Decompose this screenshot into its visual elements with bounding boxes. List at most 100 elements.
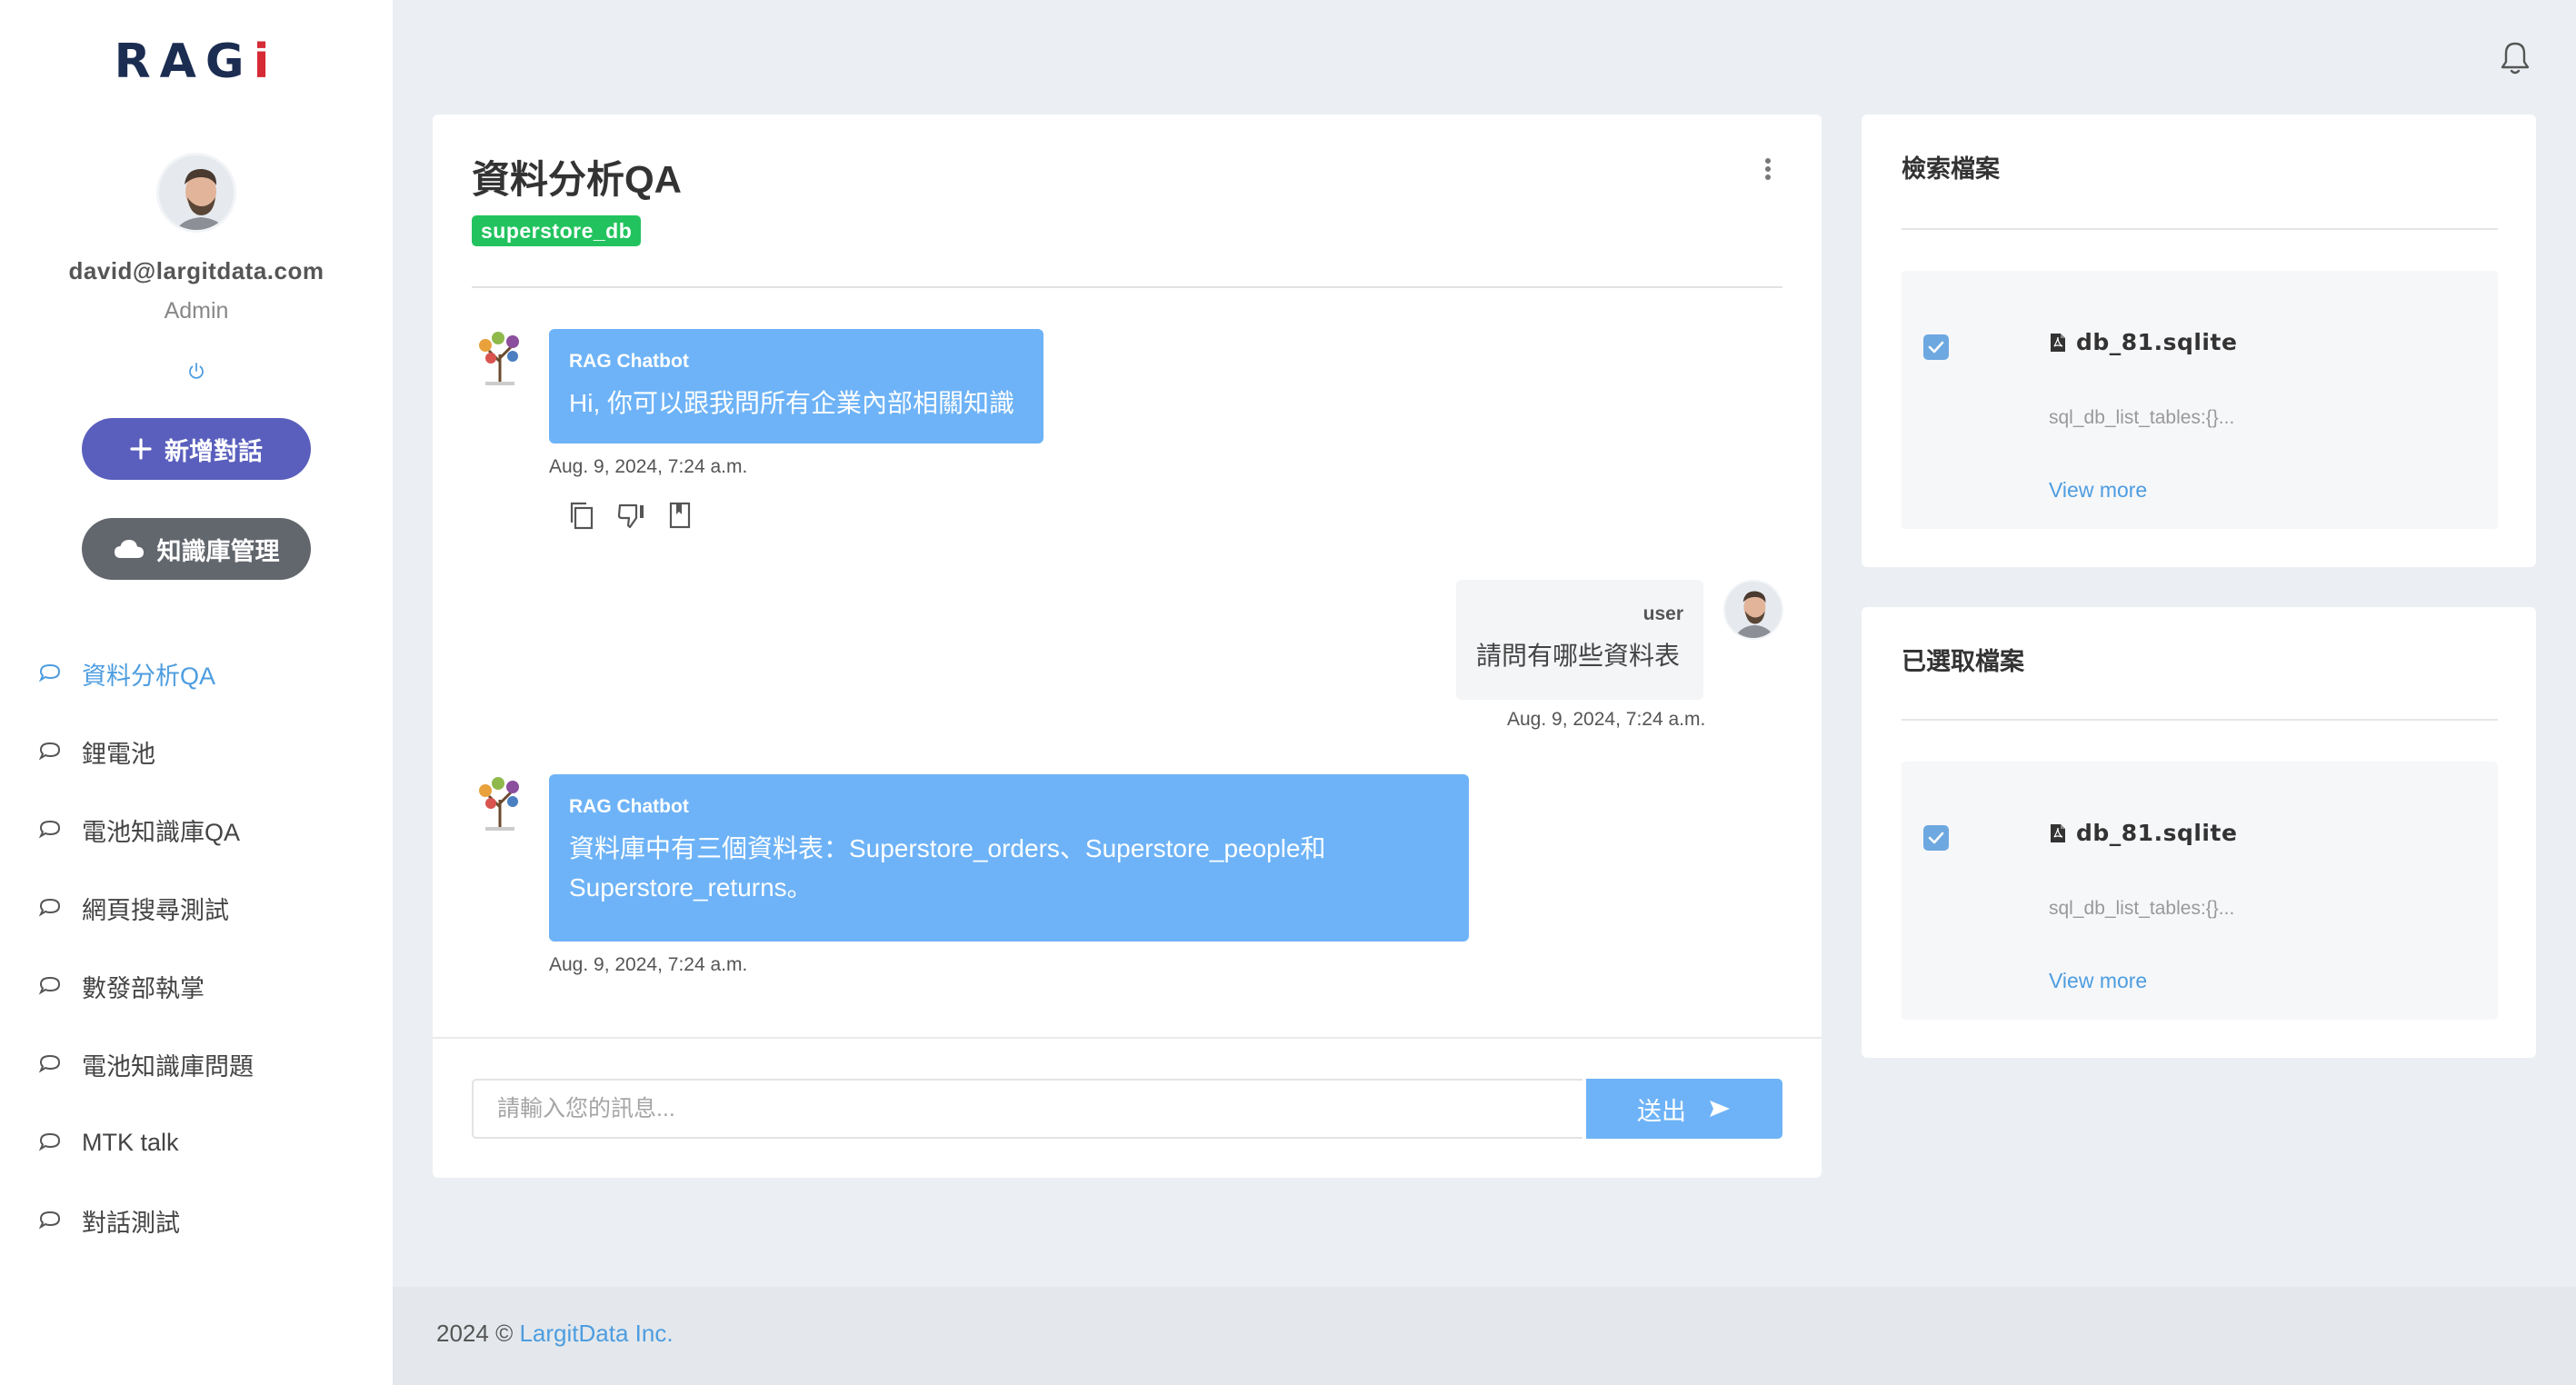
knowledge-base-button[interactable]: 知識庫管理 xyxy=(82,518,311,580)
file-card: db_81.sqlite sql_db_list_tables:{}... Vi… xyxy=(1902,762,2498,1020)
app-logo[interactable]: RAGi xyxy=(0,35,393,89)
message-sender: RAG Chatbot xyxy=(569,796,689,817)
database-tag: superstore_db xyxy=(472,215,642,246)
user-role: Admin xyxy=(164,298,229,324)
user-message-bubble: user 請問有哪些資料表 xyxy=(1456,580,1703,700)
file-description: sql_db_list_tables:{}... xyxy=(2049,407,2235,428)
chat-bubble-icon xyxy=(38,898,61,917)
chat-bubble-icon xyxy=(38,1054,61,1073)
message-input[interactable] xyxy=(472,1079,1583,1139)
view-more-link[interactable]: View more xyxy=(2049,478,2147,503)
footer-copyright: 2024 © LargitData Inc. xyxy=(436,1320,674,1348)
new-chat-label: 新增對話 xyxy=(165,437,263,465)
plus-icon xyxy=(130,438,152,460)
header-divider xyxy=(472,286,1782,288)
send-arrow-icon xyxy=(1710,1101,1730,1117)
panel-divider xyxy=(1902,228,2498,230)
file-name: db_81.sqlite xyxy=(2049,329,2237,355)
bot-message-bubble: RAG Chatbot 資料庫中有三個資料表：Superstore_orders… xyxy=(549,774,1469,942)
composer-divider xyxy=(433,1037,1822,1039)
pdf-file-icon xyxy=(2051,333,2065,352)
file-name: db_81.sqlite xyxy=(2049,820,2237,846)
message-text: Hi, 你可以跟我問所有企業內部相關知識 xyxy=(569,389,1015,417)
chat-bubble-icon xyxy=(38,1132,61,1151)
new-chat-button[interactable]: 新增對話 xyxy=(82,418,311,480)
sidebar-item-chat-test[interactable]: 對話測試 xyxy=(0,1181,393,1260)
sidebar-item-label: 資料分析QA xyxy=(82,662,216,690)
send-label: 送出 xyxy=(1637,1097,1686,1125)
file-name-text: db_81.sqlite xyxy=(2076,820,2238,846)
chat-bubble-icon xyxy=(38,976,61,995)
copy-icon[interactable] xyxy=(567,500,596,531)
check-icon xyxy=(1928,341,1944,354)
view-more-link[interactable]: View more xyxy=(2049,969,2147,993)
sidebar-item-mtk-talk[interactable]: MTK talk xyxy=(0,1103,393,1181)
footer: 2024 © LargitData Inc. xyxy=(393,1287,2576,1385)
user-avatar[interactable] xyxy=(156,153,236,233)
sidebar-item-label: 網頁搜尋測試 xyxy=(82,896,229,924)
bot-avatar-icon xyxy=(479,777,519,831)
message-text: 請問有哪些資料表 xyxy=(1476,642,1681,670)
chat-bubble-icon xyxy=(38,1211,61,1230)
message-sender: user xyxy=(1642,603,1683,624)
bot-message-bubble: RAG Chatbot Hi, 你可以跟我問所有企業內部相關知識 xyxy=(549,329,1043,443)
panel-divider xyxy=(1902,719,2498,721)
message-actions xyxy=(567,500,694,531)
chat-bubble-icon xyxy=(38,820,61,839)
logo-letter-a: A xyxy=(159,35,205,89)
power-icon[interactable] xyxy=(185,361,207,383)
file-checkbox[interactable] xyxy=(1923,825,1949,851)
logo-letter-g: G xyxy=(205,35,254,89)
sidebar-item-battery-kb-qa[interactable]: 電池知識庫QA xyxy=(0,791,393,869)
sidebar-item-battery-kb-questions[interactable]: 電池知識庫問題 xyxy=(0,1025,393,1103)
chat-bubble-icon xyxy=(38,742,61,761)
chat-panel: 資料分析QA superstore_db RAG Chatbot Hi, 你可以… xyxy=(433,115,1822,1178)
file-description: sql_db_list_tables:{}... xyxy=(2049,898,2235,919)
sidebar-item-label: 電池知識庫QA xyxy=(82,818,241,846)
panel-title: 已選取檔案 xyxy=(1902,648,2024,675)
conversation-list: 資料分析QA 鋰電池 電池知識庫QA 網頁搜尋測試 數發部執掌 電池知識庫問題 … xyxy=(0,634,393,1260)
pdf-file-icon xyxy=(2051,823,2065,842)
message-text-line-2: Superstore_returns。 xyxy=(569,873,813,902)
user-avatar-icon xyxy=(159,155,234,230)
knowledge-base-label: 知識庫管理 xyxy=(156,537,280,565)
sidebar-item-data-analysis-qa[interactable]: 資料分析QA xyxy=(0,634,393,712)
thumbs-down-icon[interactable] xyxy=(616,500,645,531)
message-timestamp: Aug. 9, 2024, 7:24 a.m. xyxy=(549,954,748,975)
panel-title: 檢索檔案 xyxy=(1902,155,2000,183)
chat-title: 資料分析QA xyxy=(472,158,683,201)
bot-avatar-icon xyxy=(479,332,519,385)
message-sender: RAG Chatbot xyxy=(569,351,689,372)
check-icon xyxy=(1928,832,1944,844)
company-link[interactable]: LargitData Inc. xyxy=(519,1320,673,1347)
sidebar-item-label: 電池知識庫問題 xyxy=(82,1052,254,1081)
sidebar-item-lithium-battery[interactable]: 鋰電池 xyxy=(0,712,393,791)
sidebar: RAGi david@largitdata.com Admin 新增對話 知識庫… xyxy=(0,0,393,1385)
notification-bell-icon[interactable] xyxy=(2498,40,2532,76)
message-timestamp: Aug. 9, 2024, 7:24 a.m. xyxy=(549,456,748,477)
sidebar-item-web-search-test[interactable]: 網頁搜尋測試 xyxy=(0,869,393,947)
user-avatar-small xyxy=(1723,580,1783,640)
retrieved-files-panel: 檢索檔案 db_81.sqlite sql_db_list_tables:{}.… xyxy=(1862,115,2536,567)
message-text-line-1: 資料庫中有三個資料表：Superstore_orders、Superstore_… xyxy=(569,834,1326,862)
file-card: db_81.sqlite sql_db_list_tables:{}... Vi… xyxy=(1902,271,2498,529)
more-options-icon[interactable] xyxy=(1762,154,1774,184)
user-email: david@largitdata.com xyxy=(68,257,324,284)
sidebar-item-label: 鋰電池 xyxy=(82,740,155,768)
copyright-text: 2024 © xyxy=(436,1320,520,1347)
message-timestamp: Aug. 9, 2024, 7:24 a.m. xyxy=(1507,709,1706,730)
send-button[interactable]: 送出 xyxy=(1586,1079,1782,1139)
cloud-icon xyxy=(114,540,144,558)
user-avatar-icon xyxy=(1725,582,1782,638)
logo-letter-i: i xyxy=(253,35,279,89)
sidebar-item-label: MTK talk xyxy=(82,1128,179,1156)
selected-files-panel: 已選取檔案 db_81.sqlite sql_db_list_tables:{}… xyxy=(1862,607,2536,1058)
sidebar-item-moda-duties[interactable]: 數發部執掌 xyxy=(0,947,393,1025)
chat-bubble-icon xyxy=(38,663,61,683)
sidebar-item-label: 數發部執掌 xyxy=(82,974,205,1002)
logo-letter-r: R xyxy=(114,35,160,89)
sidebar-item-label: 對話測試 xyxy=(82,1209,180,1237)
file-checkbox[interactable] xyxy=(1923,334,1949,360)
bookmark-icon[interactable] xyxy=(665,500,694,531)
file-name-text: db_81.sqlite xyxy=(2076,329,2238,355)
